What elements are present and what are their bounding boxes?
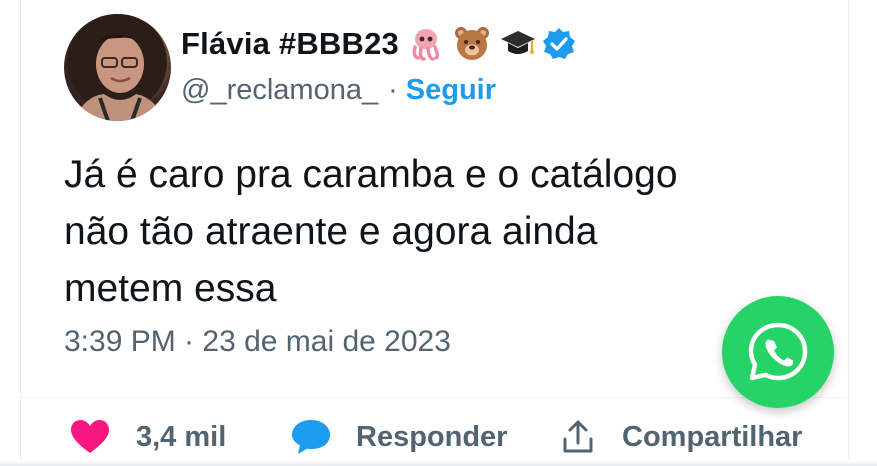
actions-divider bbox=[20, 397, 849, 398]
tweet-text-line: não tão atraente e agora ainda bbox=[64, 210, 598, 253]
tweet-text-line: metem essa bbox=[64, 267, 277, 310]
heart-icon bbox=[70, 419, 110, 455]
author-name-row: Flávia #BBB23 bbox=[181, 22, 577, 66]
like-button[interactable]: 3,4 mil bbox=[70, 419, 226, 455]
share-button[interactable]: Compartilhar bbox=[560, 419, 802, 455]
speech-bubble-icon bbox=[290, 418, 332, 456]
tweet-timestamp[interactable]: 3:39 PM · 23 de mai de 2023 bbox=[64, 325, 451, 359]
avatar[interactable] bbox=[64, 14, 171, 121]
share-label: Compartilhar bbox=[622, 420, 803, 453]
like-count: 3,4 mil bbox=[136, 420, 227, 453]
whatsapp-share-button[interactable] bbox=[722, 296, 834, 408]
bear-face-icon bbox=[453, 25, 491, 63]
tweet-text-line: Já é caro pra caramba e o catálogo bbox=[64, 153, 678, 196]
verified-badge-icon bbox=[541, 26, 577, 62]
tweet-text: Já é caro pra caramba e o catálogo não t… bbox=[64, 146, 804, 317]
share-icon bbox=[560, 419, 596, 455]
whatsapp-icon bbox=[746, 320, 810, 384]
graduation-cap-icon bbox=[499, 25, 537, 63]
author-handle[interactable]: @_reclamona_ bbox=[181, 74, 378, 107]
bottom-edge-shade bbox=[0, 460, 877, 466]
octopus-icon bbox=[407, 25, 445, 63]
follow-button[interactable]: Seguir bbox=[406, 74, 496, 107]
reply-button[interactable]: Responder bbox=[290, 418, 507, 456]
reply-label: Responder bbox=[356, 420, 508, 453]
handle-separator: · bbox=[388, 73, 398, 106]
author-handle-row: @_reclamona_ · Seguir bbox=[181, 70, 496, 110]
author-display-name[interactable]: Flávia #BBB23 bbox=[181, 26, 399, 62]
